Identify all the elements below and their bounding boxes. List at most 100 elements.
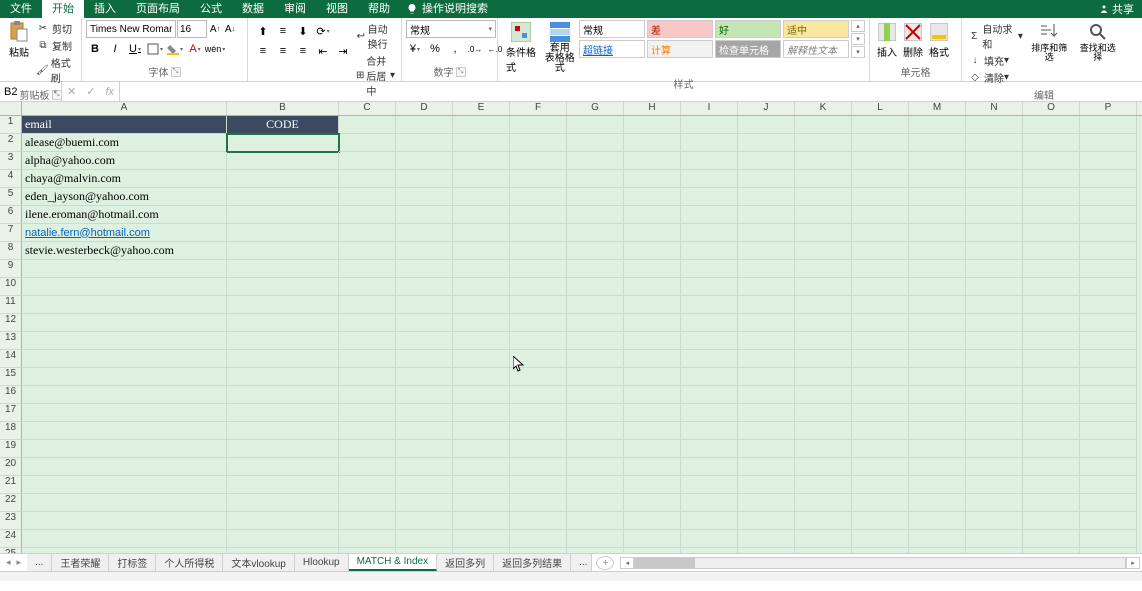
cell[interactable] bbox=[396, 134, 453, 152]
cell[interactable] bbox=[1080, 458, 1137, 476]
cell[interactable] bbox=[1080, 332, 1137, 350]
cell[interactable] bbox=[624, 314, 681, 332]
fill-button[interactable]: ↓填充▾ bbox=[968, 53, 1023, 68]
column-header-A[interactable]: A bbox=[22, 102, 227, 115]
cell[interactable] bbox=[227, 314, 339, 332]
cell[interactable] bbox=[22, 296, 227, 314]
number-format-dropdown[interactable]: 常规 bbox=[406, 20, 496, 38]
format-cells-button[interactable]: 格式 bbox=[926, 20, 952, 60]
cell[interactable] bbox=[1080, 404, 1137, 422]
tab-more[interactable]: ... bbox=[27, 554, 52, 571]
cell[interactable]: alease@buemi.com bbox=[22, 134, 227, 152]
cell[interactable] bbox=[1023, 206, 1080, 224]
cut-button[interactable]: ✂剪切 bbox=[36, 21, 75, 36]
cell[interactable] bbox=[567, 134, 624, 152]
cell[interactable] bbox=[795, 548, 852, 553]
cell[interactable] bbox=[966, 368, 1023, 386]
cell[interactable] bbox=[966, 188, 1023, 206]
shrink-font-button[interactable]: A↓ bbox=[223, 20, 237, 38]
row-header[interactable]: 13 bbox=[0, 332, 22, 350]
cell[interactable] bbox=[795, 242, 852, 260]
fill-color-button[interactable] bbox=[166, 40, 184, 58]
cell[interactable] bbox=[1023, 224, 1080, 242]
cell-styles-gallery[interactable]: 常规 差 好 适中 超链接 计算 检查单元格 解释性文本 bbox=[579, 20, 849, 58]
cell[interactable] bbox=[453, 476, 510, 494]
cell[interactable] bbox=[909, 296, 966, 314]
cell[interactable] bbox=[396, 152, 453, 170]
cell[interactable] bbox=[852, 458, 909, 476]
cell[interactable] bbox=[396, 548, 453, 553]
hscroll-left[interactable]: ◂ bbox=[620, 557, 634, 569]
menu-formula[interactable]: 公式 bbox=[190, 0, 232, 18]
cell[interactable] bbox=[227, 206, 339, 224]
cell[interactable] bbox=[22, 512, 227, 530]
cell[interactable] bbox=[909, 476, 966, 494]
cell[interactable] bbox=[681, 476, 738, 494]
sheet-tab[interactable]: 王者荣耀 bbox=[52, 554, 109, 571]
cell[interactable] bbox=[227, 350, 339, 368]
cell[interactable] bbox=[681, 548, 738, 553]
cell[interactable] bbox=[909, 512, 966, 530]
cell[interactable] bbox=[510, 476, 567, 494]
cell[interactable] bbox=[795, 206, 852, 224]
cell[interactable] bbox=[396, 386, 453, 404]
cell[interactable] bbox=[339, 188, 396, 206]
cell[interactable] bbox=[227, 242, 339, 260]
cell[interactable] bbox=[510, 296, 567, 314]
cell[interactable] bbox=[966, 242, 1023, 260]
name-box[interactable]: B2 bbox=[0, 82, 62, 101]
cell[interactable] bbox=[339, 134, 396, 152]
cell[interactable] bbox=[227, 386, 339, 404]
row-header[interactable]: 8 bbox=[0, 242, 22, 260]
cell[interactable] bbox=[1023, 314, 1080, 332]
grow-font-button[interactable]: A↑ bbox=[208, 20, 222, 38]
cell[interactable] bbox=[1023, 530, 1080, 548]
cell[interactable] bbox=[453, 530, 510, 548]
cell[interactable] bbox=[681, 350, 738, 368]
cell[interactable] bbox=[966, 512, 1023, 530]
cell[interactable] bbox=[567, 278, 624, 296]
cell[interactable] bbox=[681, 206, 738, 224]
cell[interactable] bbox=[567, 116, 624, 134]
cell[interactable] bbox=[852, 116, 909, 134]
cell[interactable] bbox=[567, 242, 624, 260]
cell[interactable] bbox=[339, 548, 396, 553]
cell[interactable] bbox=[852, 314, 909, 332]
cell[interactable] bbox=[510, 188, 567, 206]
tell-me-icon[interactable] bbox=[406, 3, 418, 15]
cell[interactable] bbox=[852, 296, 909, 314]
cell[interactable] bbox=[852, 476, 909, 494]
cell[interactable] bbox=[453, 512, 510, 530]
cell[interactable] bbox=[453, 440, 510, 458]
style-explanatory[interactable]: 解释性文本 bbox=[783, 40, 849, 58]
cell[interactable] bbox=[681, 458, 738, 476]
cell[interactable] bbox=[795, 440, 852, 458]
cell[interactable] bbox=[681, 314, 738, 332]
cell[interactable] bbox=[966, 206, 1023, 224]
cell[interactable] bbox=[966, 350, 1023, 368]
cell[interactable] bbox=[738, 296, 795, 314]
cell[interactable] bbox=[795, 494, 852, 512]
cell[interactable]: alpha@yahoo.com bbox=[22, 152, 227, 170]
cell[interactable] bbox=[795, 152, 852, 170]
cell[interactable] bbox=[453, 422, 510, 440]
cell[interactable] bbox=[567, 548, 624, 553]
cell[interactable] bbox=[227, 260, 339, 278]
cell[interactable] bbox=[453, 332, 510, 350]
cell[interactable] bbox=[227, 404, 339, 422]
align-bottom-button[interactable]: ⬇ bbox=[294, 22, 312, 40]
cell[interactable] bbox=[909, 260, 966, 278]
cell[interactable] bbox=[624, 458, 681, 476]
phonetic-button[interactable]: wén bbox=[206, 40, 224, 58]
cell[interactable]: eden_jayson@yahoo.com bbox=[22, 188, 227, 206]
cell[interactable] bbox=[624, 332, 681, 350]
cell[interactable] bbox=[738, 350, 795, 368]
cell[interactable]: natalie.fern@hotmail.com bbox=[22, 224, 227, 242]
cell[interactable] bbox=[624, 134, 681, 152]
cell[interactable]: chaya@malvin.com bbox=[22, 170, 227, 188]
cell[interactable] bbox=[738, 404, 795, 422]
cell[interactable] bbox=[396, 332, 453, 350]
cell[interactable] bbox=[738, 278, 795, 296]
align-middle-button[interactable]: ≡ bbox=[274, 22, 292, 40]
cell[interactable] bbox=[795, 224, 852, 242]
